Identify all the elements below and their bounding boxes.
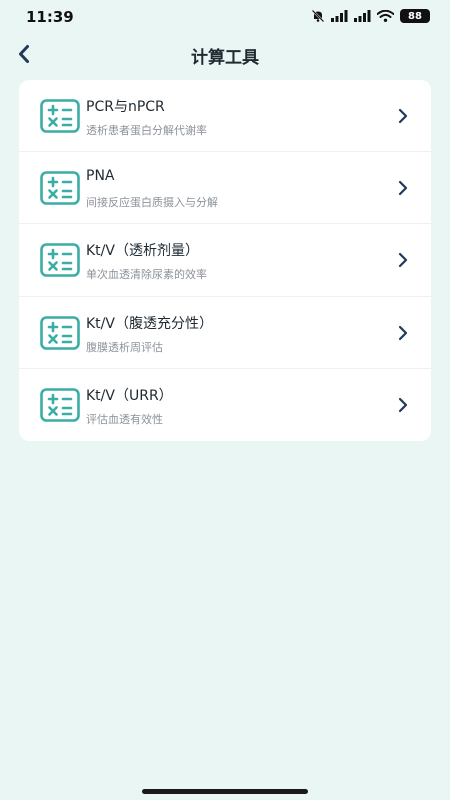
item-subtitle: 透析患者蛋白分解代谢率 — [86, 124, 207, 137]
list-item-pcr[interactable]: PCR与nPCR 透析患者蛋白分解代谢率 — [19, 80, 431, 153]
chevron-right-icon — [398, 397, 408, 412]
item-title: PNA — [86, 168, 115, 185]
mute-bell-icon — [311, 9, 325, 23]
calculator-icon — [40, 315, 80, 350]
item-subtitle: 评估血透有效性 — [86, 412, 163, 426]
status-time: 11:39 — [26, 8, 74, 26]
calculator-icon — [40, 243, 80, 278]
page-title: 计算工具 — [191, 48, 259, 68]
tool-list: PCR与nPCR 透析患者蛋白分解代谢率 PNA 间接反应蛋白质摄入与分解 Kt… — [19, 80, 431, 441]
item-title: Kt/V（透析剂量） — [86, 243, 199, 260]
status-bar: 11:39 88 — [0, 0, 450, 34]
list-item-ktv-urr[interactable]: Kt/V（URR） 评估血透有效性 — [19, 369, 431, 441]
signal-icon — [331, 10, 348, 22]
list-item-ktv-dialysis-dose[interactable]: Kt/V（透析剂量） 单次血透清除尿素的效率 — [19, 224, 431, 297]
item-title: PCR与nPCR — [86, 99, 165, 115]
item-title: Kt/V（腹透充分性） — [86, 315, 213, 332]
home-indicator[interactable] — [142, 789, 308, 794]
item-subtitle: 间接反应蛋白质摄入与分解 — [86, 196, 218, 210]
status-icons: 88 — [311, 9, 430, 23]
chevron-right-icon — [398, 108, 408, 124]
chevron-right-icon — [398, 325, 408, 340]
battery-indicator: 88 — [400, 9, 430, 23]
calculator-icon — [40, 387, 80, 422]
calculator-icon — [40, 171, 80, 205]
signal-icon-secondary — [354, 10, 371, 22]
nav-bar: 计算工具 — [0, 34, 450, 74]
chevron-right-icon — [398, 253, 408, 268]
chevron-right-icon — [398, 181, 408, 196]
item-title: Kt/V（URR） — [86, 387, 173, 404]
list-item-pna[interactable]: PNA 间接反应蛋白质摄入与分解 — [19, 152, 431, 225]
list-item-ktv-peritoneal[interactable]: Kt/V（腹透充分性） 腹膜透析周评估 — [19, 297, 431, 369]
item-subtitle: 腹膜透析周评估 — [86, 340, 163, 354]
item-subtitle: 单次血透清除尿素的效率 — [86, 268, 207, 282]
wifi-icon — [377, 10, 394, 22]
calculator-icon — [40, 99, 80, 133]
